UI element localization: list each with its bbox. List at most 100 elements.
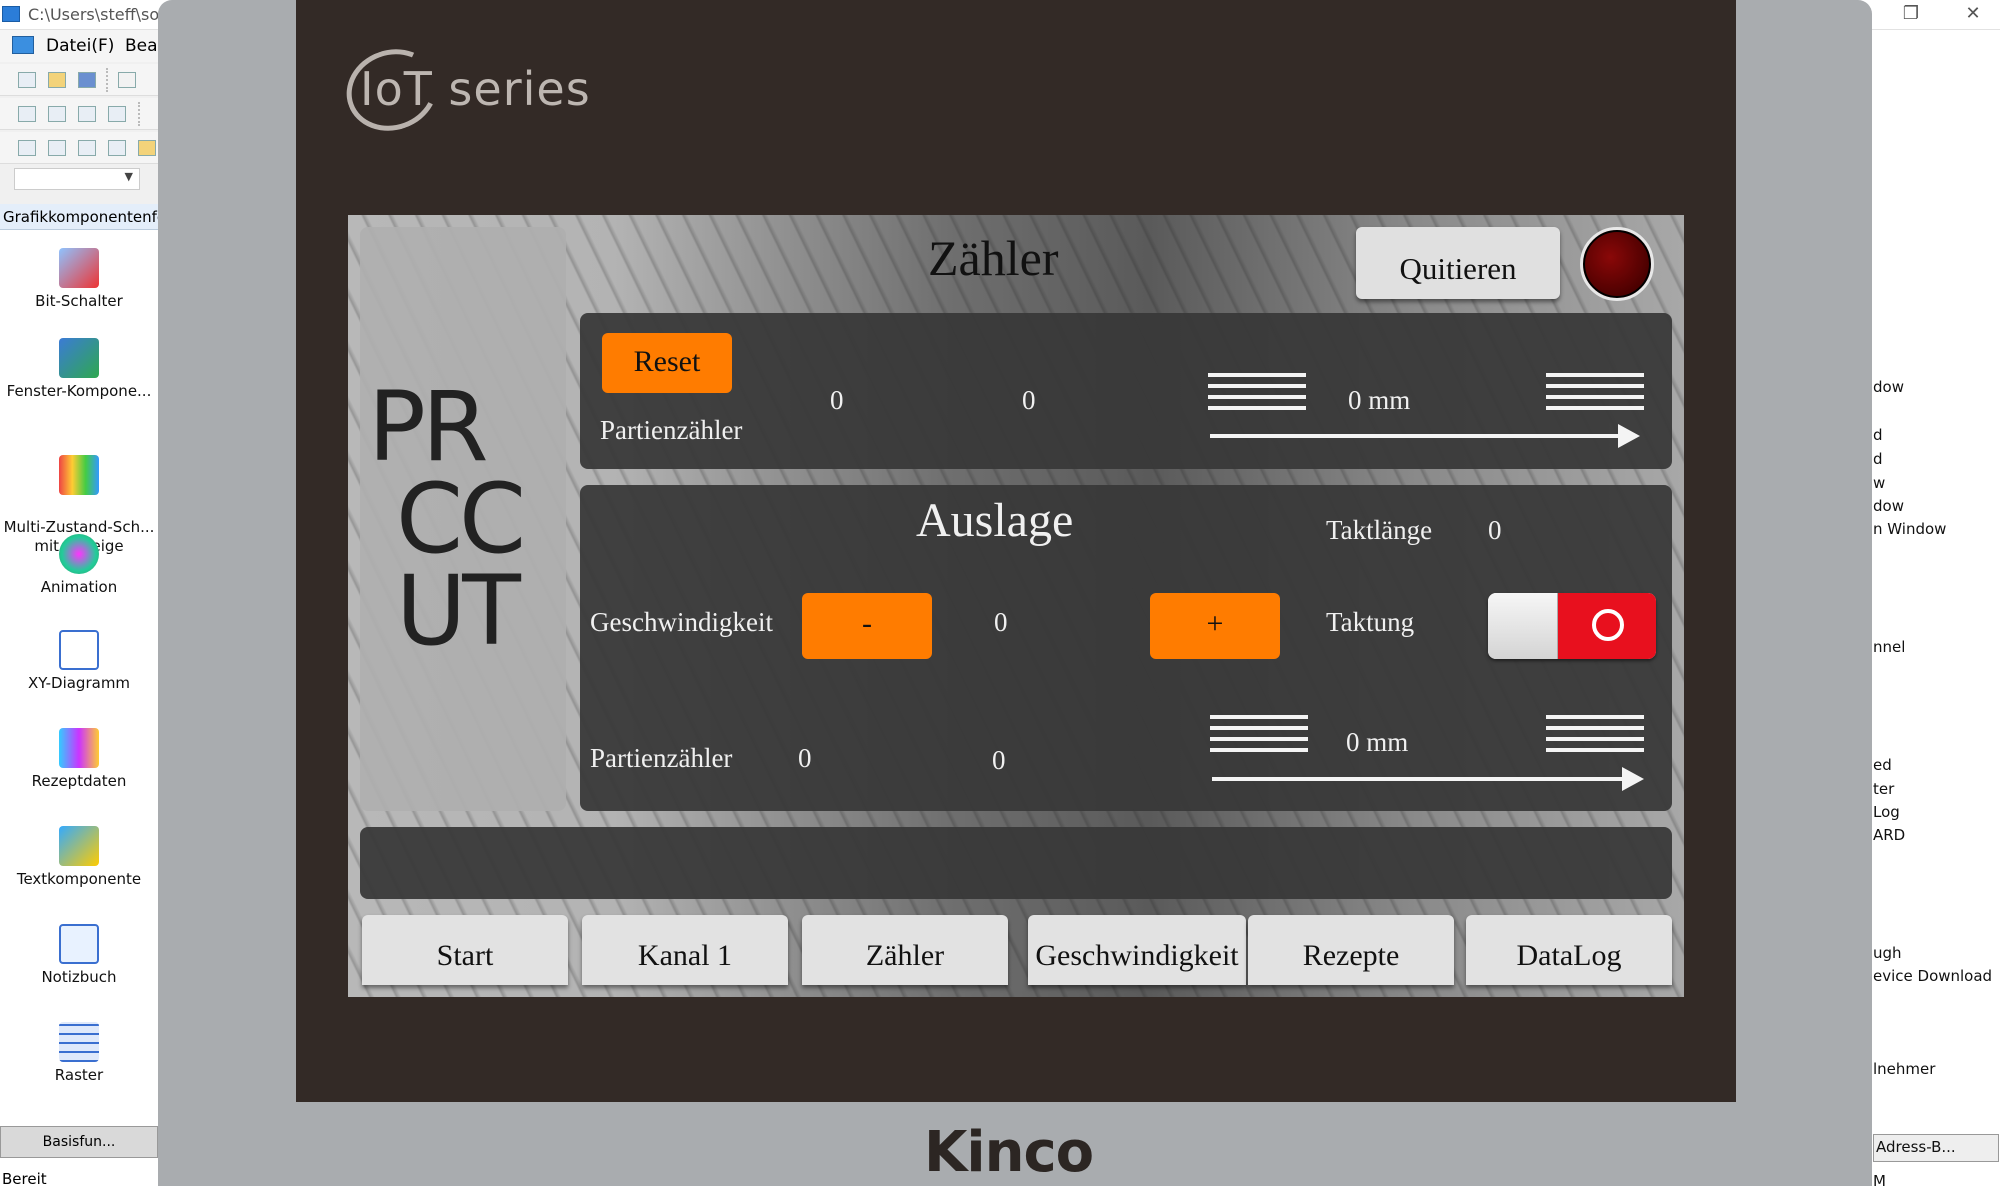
cycle-length-label: Taktlänge bbox=[1326, 515, 1433, 545]
toolbar-file bbox=[0, 64, 160, 96]
power-off-icon bbox=[1592, 609, 1624, 641]
right-panel-item[interactable]: nnel bbox=[1873, 638, 1905, 656]
procut-logo-panel: PR CC UT bbox=[360, 227, 566, 811]
recipe-data-icon bbox=[59, 728, 99, 768]
counter-value-a: 0 bbox=[830, 385, 844, 415]
text-component-icon bbox=[59, 826, 99, 866]
close-icon[interactable]: ✕ bbox=[1958, 3, 1988, 24]
open-folder-icon[interactable] bbox=[48, 72, 66, 88]
batch-counter-label: Partienzähler bbox=[600, 415, 743, 445]
address-book-tab[interactable]: Adress-B... bbox=[1873, 1134, 1999, 1162]
distribute-icon[interactable] bbox=[78, 140, 96, 156]
align-right-icon[interactable] bbox=[48, 106, 66, 122]
right-panel-item[interactable]: d bbox=[1873, 450, 1883, 468]
page-title: Zähler bbox=[928, 230, 1059, 286]
delivery-counter-value-a: 0 bbox=[798, 743, 812, 773]
right-panel-item[interactable]: dow bbox=[1873, 378, 1904, 396]
align-top-icon[interactable] bbox=[78, 106, 96, 122]
speed-decrease-button[interactable]: - bbox=[802, 593, 932, 659]
length-stack-right-icon bbox=[1546, 373, 1644, 417]
app-icon bbox=[2, 6, 20, 22]
right-panel-item[interactable]: Log bbox=[1873, 803, 1900, 821]
align-bottom-icon[interactable] bbox=[108, 106, 126, 122]
component-recipe-data[interactable]: Rezeptdaten bbox=[0, 728, 158, 791]
acknowledge-button[interactable]: Quitieren bbox=[1356, 227, 1560, 299]
right-panel-item[interactable]: n Window bbox=[1873, 520, 1946, 538]
basis-functions-tab[interactable]: Basisfun... bbox=[0, 1126, 158, 1158]
toolbar-separator bbox=[138, 102, 140, 126]
component-panel: Grafikkomponentenfen Bit-Schalter Fenste… bbox=[0, 204, 160, 1186]
kinco-brand: Kinco bbox=[924, 1120, 1094, 1185]
speed-label: Geschwindigkeit bbox=[590, 607, 773, 637]
ungroup-icon[interactable] bbox=[48, 140, 66, 156]
grid-icon bbox=[59, 1022, 99, 1062]
timing-toggle-switch[interactable] bbox=[1488, 593, 1656, 659]
delivery-length-stack-left-icon bbox=[1210, 715, 1308, 759]
group-icon[interactable] bbox=[18, 140, 36, 156]
right-panel-item[interactable]: ed bbox=[1873, 756, 1892, 774]
toolbar-combobox[interactable]: ▼ bbox=[14, 168, 140, 190]
right-panel-item[interactable]: ter bbox=[1873, 780, 1894, 798]
right-panel-item[interactable]: d bbox=[1873, 426, 1883, 444]
new-file-icon[interactable] bbox=[18, 72, 36, 88]
right-panel-item[interactable]: ARD bbox=[1873, 826, 1905, 844]
app-menu-icon[interactable] bbox=[12, 36, 34, 54]
order-icon[interactable] bbox=[108, 140, 126, 156]
multi-state-switch-icon bbox=[59, 455, 99, 495]
length-value: 0 mm bbox=[1348, 385, 1411, 415]
component-xy-diagram[interactable]: XY-Diagramm bbox=[0, 630, 158, 693]
tab-kanal-1[interactable]: Kanal 1 bbox=[582, 915, 788, 985]
counter-panel: Reset Partienzähler 0 0 0 mm bbox=[580, 313, 1672, 469]
tab-start[interactable]: Start bbox=[362, 915, 568, 985]
component-notebook[interactable]: Notizbuch bbox=[0, 924, 158, 987]
tab-rezepte[interactable]: Rezepte bbox=[1248, 915, 1454, 985]
delivery-length-stack-right-icon bbox=[1546, 715, 1644, 759]
restore-icon[interactable]: ❐ bbox=[1896, 3, 1926, 24]
delivery-length-arrow-line bbox=[1212, 777, 1624, 781]
reset-button[interactable]: Reset bbox=[602, 333, 732, 393]
procut-logo-line-1: PR bbox=[368, 371, 489, 483]
menu-datei[interactable]: Datei(F) bbox=[46, 36, 114, 56]
arrow-right-icon bbox=[1618, 424, 1640, 448]
right-panel-item: M bbox=[1873, 1172, 1886, 1186]
length-arrow-line bbox=[1210, 434, 1620, 438]
procut-logo-line-3: UT bbox=[396, 555, 521, 667]
layer-icon[interactable] bbox=[138, 140, 156, 156]
message-bar bbox=[360, 827, 1672, 899]
cycle-length-value: 0 bbox=[1488, 515, 1502, 545]
save-icon[interactable] bbox=[78, 72, 96, 88]
component-grid[interactable]: Raster bbox=[0, 1022, 158, 1085]
tab-zaehler[interactable]: Zähler bbox=[802, 915, 1008, 985]
toggle-off-indicator bbox=[1558, 593, 1656, 659]
component-window[interactable]: Fenster-Kompone... bbox=[0, 338, 158, 401]
alarm-lamp-icon bbox=[1580, 227, 1654, 301]
notebook-icon bbox=[59, 924, 99, 964]
cut-icon[interactable] bbox=[118, 72, 136, 88]
delivery-title: Auslage bbox=[916, 494, 1074, 547]
right-panel-item[interactable]: dow bbox=[1873, 497, 1904, 515]
delivery-length-value: 0 mm bbox=[1346, 727, 1409, 757]
component-animation[interactable]: Animation bbox=[0, 534, 158, 597]
chevron-down-icon: ▼ bbox=[124, 170, 133, 183]
toolbar-layout bbox=[0, 132, 160, 164]
arrow-right-icon bbox=[1622, 767, 1644, 791]
right-panel-item[interactable]: evice Download bbox=[1873, 967, 1992, 985]
tab-geschwindigkeit[interactable]: Geschwindigkeit bbox=[1028, 915, 1246, 985]
series-logo-text: IoT series bbox=[360, 62, 591, 116]
component-text[interactable]: Textkomponente bbox=[0, 826, 158, 889]
align-left-icon[interactable] bbox=[18, 106, 36, 122]
window-component-icon bbox=[59, 338, 99, 378]
animation-icon bbox=[59, 534, 99, 574]
component-bit-switch[interactable]: Bit-Schalter bbox=[0, 248, 158, 311]
tab-datalog[interactable]: DataLog bbox=[1466, 915, 1672, 985]
speed-increase-button[interactable]: + bbox=[1150, 593, 1280, 659]
right-panel-item[interactable]: w bbox=[1873, 474, 1885, 492]
status-text: Bereit bbox=[2, 1170, 47, 1186]
window-title: C:\Users\steff\sour bbox=[28, 5, 176, 24]
right-panel-item[interactable]: lnehmer bbox=[1873, 1060, 1935, 1078]
speed-value: 0 bbox=[994, 607, 1008, 637]
toolbar-align bbox=[0, 98, 160, 130]
right-panel-item[interactable]: ugh bbox=[1873, 944, 1902, 962]
delivery-counter-value-b: 0 bbox=[992, 745, 1006, 775]
toggle-knob bbox=[1488, 593, 1558, 659]
